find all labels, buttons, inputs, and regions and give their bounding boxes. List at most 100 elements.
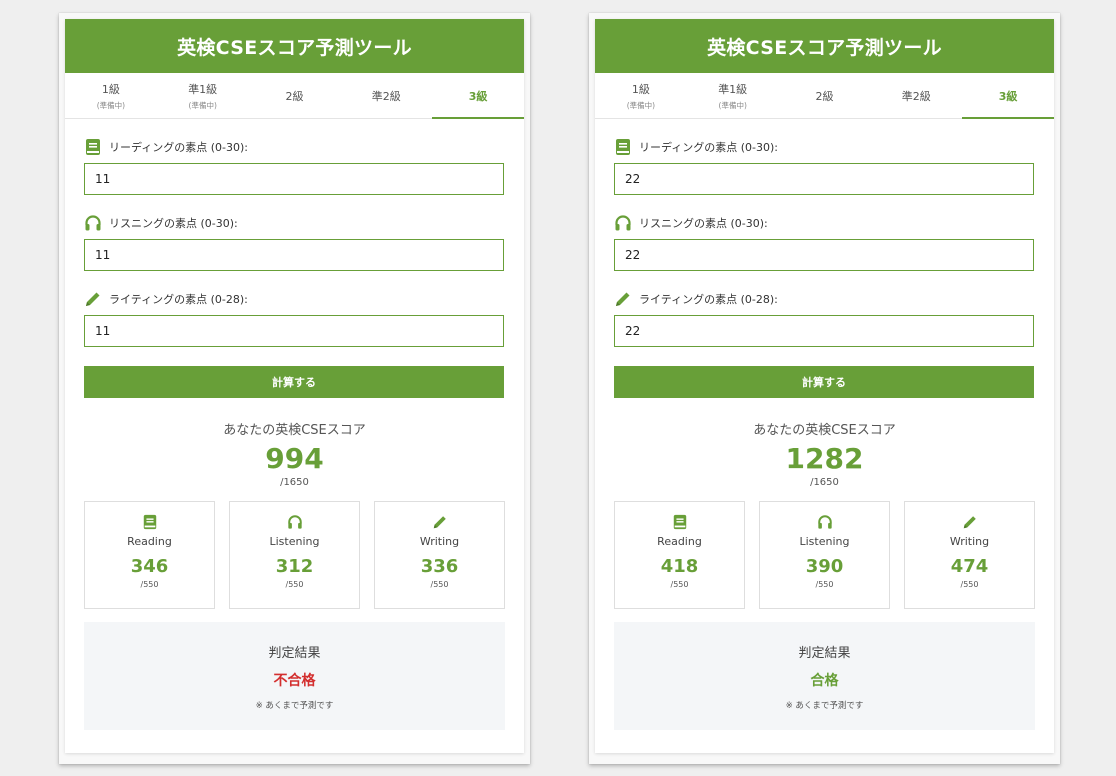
headphones-icon [817, 515, 832, 529]
tab-label: 3級 [468, 89, 488, 103]
tab-grade-3[interactable]: 3級 [962, 73, 1054, 119]
calculate-button[interactable]: 計算する [614, 366, 1034, 398]
tab-label: 2級 [285, 89, 304, 103]
grade-tabs: 1級 (準備中) 準1級 (準備中) 2級 準2級 3級 [595, 73, 1054, 119]
judgement-result: 判定結果 不合格 ※ あくまで予測です [84, 622, 505, 730]
tab-sublabel: (準備中) [718, 100, 747, 110]
reading-field-label: リーディングの素点 (0-30): [84, 137, 505, 157]
cse-score-total: 994 [265, 442, 324, 475]
section-card-listening: Listening 390 /550 [759, 501, 890, 609]
reading-label-text: リーディングの素点 (0-30): [109, 141, 248, 154]
writing-label-text: ライティングの素点 (0-28): [639, 293, 778, 306]
app-title: 英検CSEスコア予測ツール [65, 19, 524, 73]
headphones-icon [287, 515, 302, 529]
app-title: 英検CSEスコア予測ツール [595, 19, 1054, 73]
writing-field-label: ライティングの素点 (0-28): [614, 289, 1035, 309]
writing-label-text: ライティングの素点 (0-28): [109, 293, 248, 306]
section-score: 390 [805, 556, 844, 577]
section-name: Listening [269, 535, 320, 548]
cse-score-max: /1650 [810, 477, 839, 488]
result-value: 合格 [810, 673, 839, 689]
tab-grade-2[interactable]: 2級 [779, 73, 871, 118]
section-max: /550 [140, 580, 159, 589]
tab-grade-1[interactable]: 1級 (準備中) [65, 73, 157, 118]
headphones-icon [615, 215, 631, 231]
tab-label: 準2級 [371, 89, 401, 103]
book-icon [673, 514, 686, 530]
tab-grade-pre-1[interactable]: 準1級 (準備中) [157, 73, 249, 118]
section-max: /550 [815, 580, 834, 589]
section-card-listening: Listening 312 /550 [229, 501, 360, 609]
calculator-panel-right: 英検CSEスコア予測ツール 1級 (準備中) 準1級 (準備中) 2級 準2級 … [589, 13, 1060, 764]
cse-score-max: /1650 [280, 477, 309, 488]
reading-score-input[interactable] [84, 163, 504, 195]
book-icon [143, 514, 156, 530]
result-value: 不合格 [273, 673, 316, 689]
score-form: リーディングの素点 (0-30): リスニングの素点 (0-30): ライティン… [595, 137, 1054, 730]
section-scores: Reading 346 /550 Listening 312 /550 Writ… [84, 501, 505, 609]
reading-score-input[interactable] [614, 163, 1034, 195]
section-name: Reading [127, 535, 172, 548]
section-score: 312 [275, 556, 314, 577]
writing-score-input[interactable] [84, 315, 504, 347]
writing-score-input[interactable] [614, 315, 1034, 347]
calculator-card: 英検CSEスコア予測ツール 1級 (準備中) 準1級 (準備中) 2級 準2級 … [65, 19, 524, 753]
tab-grade-pre-2[interactable]: 準2級 [340, 73, 432, 118]
headphones-icon [85, 215, 101, 231]
section-card-writing: Writing 474 /550 [904, 501, 1035, 609]
cse-score-label: あなたの英検CSEスコア [753, 423, 896, 438]
listening-label-text: リスニングの素点 (0-30): [639, 217, 768, 230]
section-score: 336 [420, 556, 459, 577]
tab-grade-1[interactable]: 1級 (準備中) [595, 73, 687, 118]
reading-label-text: リーディングの素点 (0-30): [639, 141, 778, 154]
grade-tabs: 1級 (準備中) 準1級 (準備中) 2級 準2級 3級 [65, 73, 524, 119]
tab-label: 2級 [815, 89, 834, 103]
section-max: /550 [960, 580, 979, 589]
tab-grade-2[interactable]: 2級 [249, 73, 341, 118]
listening-score-input[interactable] [614, 239, 1034, 271]
section-max: /550 [285, 580, 304, 589]
section-name: Reading [657, 535, 702, 548]
tab-grade-pre-2[interactable]: 準2級 [870, 73, 962, 118]
section-score: 474 [950, 556, 989, 577]
section-name: Writing [419, 535, 460, 548]
calculate-button[interactable]: 計算する [84, 366, 504, 398]
tab-label: 準2級 [901, 89, 931, 103]
tab-sublabel: (準備中) [188, 100, 217, 110]
listening-field-label: リスニングの素点 (0-30): [614, 213, 1035, 233]
tab-label: 準1級 [188, 82, 218, 96]
section-card-reading: Reading 418 /550 [614, 501, 745, 609]
result-label: 判定結果 [268, 646, 321, 661]
pencil-icon [963, 516, 976, 529]
tab-grade-3[interactable]: 3級 [432, 73, 524, 119]
reading-field-label: リーディングの素点 (0-30): [614, 137, 1035, 157]
section-card-reading: Reading 346 /550 [84, 501, 215, 609]
cse-score-summary: あなたの英検CSEスコア 994 /1650 [84, 419, 505, 488]
cse-score-label: あなたの英検CSEスコア [223, 423, 366, 438]
tab-label: 1級 [101, 82, 120, 96]
cse-score-summary: あなたの英検CSEスコア 1282 /1650 [614, 419, 1035, 488]
section-score: 418 [660, 556, 699, 577]
score-form: リーディングの素点 (0-30): リスニングの素点 (0-30): ライティン… [65, 137, 524, 730]
calculator-panel-left: 英検CSEスコア予測ツール 1級 (準備中) 準1級 (準備中) 2級 準2級 … [59, 13, 530, 764]
calculator-card: 英検CSEスコア予測ツール 1級 (準備中) 準1級 (準備中) 2級 準2級 … [595, 19, 1054, 753]
tab-label: 3級 [998, 89, 1018, 103]
tab-sublabel: (準備中) [626, 100, 656, 110]
tab-sublabel: (準備中) [96, 100, 126, 110]
result-note: ※ あくまで予測です [255, 701, 334, 711]
listening-label-text: リスニングの素点 (0-30): [109, 217, 238, 230]
section-max: /550 [430, 580, 449, 589]
section-card-writing: Writing 336 /550 [374, 501, 505, 609]
tab-grade-pre-1[interactable]: 準1級 (準備中) [687, 73, 779, 118]
pencil-icon [433, 516, 446, 529]
pencil-icon [616, 292, 630, 306]
judgement-result: 判定結果 合格 ※ あくまで予測です [614, 622, 1035, 730]
book-icon [86, 139, 100, 155]
tab-label: 1級 [631, 82, 650, 96]
result-note: ※ あくまで予測です [785, 701, 864, 711]
result-label: 判定結果 [798, 646, 851, 661]
cse-score-total: 1282 [785, 442, 864, 475]
section-max: /550 [670, 580, 689, 589]
listening-score-input[interactable] [84, 239, 504, 271]
writing-field-label: ライティングの素点 (0-28): [84, 289, 505, 309]
